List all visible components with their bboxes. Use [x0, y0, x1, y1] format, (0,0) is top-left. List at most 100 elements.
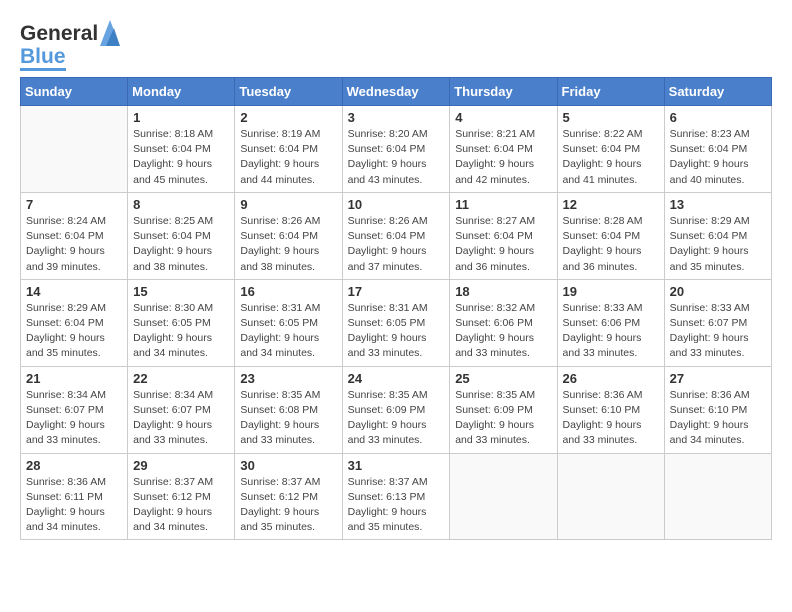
day-number: 27	[670, 371, 766, 386]
day-number: 3	[348, 110, 445, 125]
day-info: Sunrise: 8:29 AM Sunset: 6:04 PM Dayligh…	[670, 214, 766, 275]
day-info: Sunrise: 8:36 AM Sunset: 6:10 PM Dayligh…	[563, 388, 659, 449]
day-info: Sunrise: 8:23 AM Sunset: 6:04 PM Dayligh…	[670, 127, 766, 188]
calendar-cell: 7 Sunrise: 8:24 AM Sunset: 6:04 PM Daylig…	[21, 192, 128, 279]
calendar-cell: 23 Sunrise: 8:35 AM Sunset: 6:08 PM Dayli…	[235, 366, 342, 453]
calendar-cell: 10 Sunrise: 8:26 AM Sunset: 6:04 PM Dayli…	[342, 192, 450, 279]
day-number: 25	[455, 371, 551, 386]
day-number: 4	[455, 110, 551, 125]
day-number: 31	[348, 458, 445, 473]
day-number: 12	[563, 197, 659, 212]
day-number: 15	[133, 284, 229, 299]
calendar-week-row: 21Sunrise: 8:34 AM Sunset: 6:07 PM Dayli…	[21, 366, 772, 453]
calendar-cell: 11 Sunrise: 8:27 AM Sunset: 6:04 PM Dayli…	[450, 192, 557, 279]
page-header: General Blue	[20, 20, 772, 71]
day-number: 9	[240, 197, 336, 212]
calendar-cell: 3 Sunrise: 8:20 AM Sunset: 6:04 PM Daylig…	[342, 106, 450, 193]
calendar-cell: 12 Sunrise: 8:28 AM Sunset: 6:04 PM Dayli…	[557, 192, 664, 279]
day-info: Sunrise: 8:19 AM Sunset: 6:04 PM Dayligh…	[240, 127, 336, 188]
day-info: Sunrise: 8:31 AM Sunset: 6:05 PM Dayligh…	[240, 301, 336, 362]
day-number: 22	[133, 371, 229, 386]
calendar-cell: 13 Sunrise: 8:29 AM Sunset: 6:04 PM Dayli…	[664, 192, 771, 279]
day-number: 10	[348, 197, 445, 212]
calendar-cell: 24Sunrise: 8:35 AM Sunset: 6:09 PM Dayli…	[342, 366, 450, 453]
calendar-week-row: 28 Sunrise: 8:36 AM Sunset: 6:11 PM Dayli…	[21, 453, 772, 540]
calendar-cell: 18 Sunrise: 8:32 AM Sunset: 6:06 PM Dayli…	[450, 279, 557, 366]
calendar-cell: 1Sunrise: 8:18 AM Sunset: 6:04 PM Daylig…	[128, 106, 235, 193]
day-number: 26	[563, 371, 659, 386]
day-number: 11	[455, 197, 551, 212]
day-info: Sunrise: 8:25 AM Sunset: 6:04 PM Dayligh…	[133, 214, 229, 275]
day-info: Sunrise: 8:37 AM Sunset: 6:12 PM Dayligh…	[133, 475, 229, 536]
calendar-table: SundayMondayTuesdayWednesdayThursdayFrid…	[20, 77, 772, 540]
calendar-day-header: Thursday	[450, 78, 557, 106]
calendar-cell: 25 Sunrise: 8:35 AM Sunset: 6:09 PM Dayli…	[450, 366, 557, 453]
calendar-cell: 31 Sunrise: 8:37 AM Sunset: 6:13 PM Dayli…	[342, 453, 450, 540]
day-number: 1	[133, 110, 229, 125]
day-number: 18	[455, 284, 551, 299]
calendar-cell: 19 Sunrise: 8:33 AM Sunset: 6:06 PM Dayli…	[557, 279, 664, 366]
logo-icon	[100, 20, 120, 46]
day-info: Sunrise: 8:24 AM Sunset: 6:04 PM Dayligh…	[26, 214, 122, 275]
calendar-cell: 26 Sunrise: 8:36 AM Sunset: 6:10 PM Dayli…	[557, 366, 664, 453]
calendar-cell	[21, 106, 128, 193]
calendar-header-row: SundayMondayTuesdayWednesdayThursdayFrid…	[21, 78, 772, 106]
day-number: 14	[26, 284, 122, 299]
calendar-week-row: 1Sunrise: 8:18 AM Sunset: 6:04 PM Daylig…	[21, 106, 772, 193]
calendar-day-header: Sunday	[21, 78, 128, 106]
day-info: Sunrise: 8:33 AM Sunset: 6:06 PM Dayligh…	[563, 301, 659, 362]
day-info: Sunrise: 8:28 AM Sunset: 6:04 PM Dayligh…	[563, 214, 659, 275]
calendar-day-header: Monday	[128, 78, 235, 106]
calendar-cell: 6 Sunrise: 8:23 AM Sunset: 6:04 PM Daylig…	[664, 106, 771, 193]
day-number: 23	[240, 371, 336, 386]
calendar-cell: 9 Sunrise: 8:26 AM Sunset: 6:04 PM Daylig…	[235, 192, 342, 279]
day-info: Sunrise: 8:21 AM Sunset: 6:04 PM Dayligh…	[455, 127, 551, 188]
calendar-cell: 14 Sunrise: 8:29 AM Sunset: 6:04 PM Dayli…	[21, 279, 128, 366]
day-number: 19	[563, 284, 659, 299]
calendar-cell	[557, 453, 664, 540]
day-number: 24	[348, 371, 445, 386]
calendar-cell: 16 Sunrise: 8:31 AM Sunset: 6:05 PM Dayli…	[235, 279, 342, 366]
day-info: Sunrise: 8:35 AM Sunset: 6:09 PM Dayligh…	[455, 388, 551, 449]
day-info: Sunrise: 8:30 AM Sunset: 6:05 PM Dayligh…	[133, 301, 229, 362]
day-info: Sunrise: 8:33 AM Sunset: 6:07 PM Dayligh…	[670, 301, 766, 362]
day-number: 2	[240, 110, 336, 125]
day-number: 28	[26, 458, 122, 473]
day-info: Sunrise: 8:36 AM Sunset: 6:10 PM Dayligh…	[670, 388, 766, 449]
calendar-cell	[450, 453, 557, 540]
calendar-cell: 21Sunrise: 8:34 AM Sunset: 6:07 PM Dayli…	[21, 366, 128, 453]
day-info: Sunrise: 8:22 AM Sunset: 6:04 PM Dayligh…	[563, 127, 659, 188]
day-info: Sunrise: 8:35 AM Sunset: 6:08 PM Dayligh…	[240, 388, 336, 449]
day-number: 16	[240, 284, 336, 299]
day-info: Sunrise: 8:34 AM Sunset: 6:07 PM Dayligh…	[26, 388, 122, 449]
calendar-cell: 2 Sunrise: 8:19 AM Sunset: 6:04 PM Daylig…	[235, 106, 342, 193]
day-info: Sunrise: 8:32 AM Sunset: 6:06 PM Dayligh…	[455, 301, 551, 362]
day-info: Sunrise: 8:27 AM Sunset: 6:04 PM Dayligh…	[455, 214, 551, 275]
calendar-cell: 27 Sunrise: 8:36 AM Sunset: 6:10 PM Dayli…	[664, 366, 771, 453]
calendar-cell: 28 Sunrise: 8:36 AM Sunset: 6:11 PM Dayli…	[21, 453, 128, 540]
calendar-cell: 15 Sunrise: 8:30 AM Sunset: 6:05 PM Dayli…	[128, 279, 235, 366]
day-info: Sunrise: 8:29 AM Sunset: 6:04 PM Dayligh…	[26, 301, 122, 362]
day-info: Sunrise: 8:26 AM Sunset: 6:04 PM Dayligh…	[240, 214, 336, 275]
calendar-cell: 29Sunrise: 8:37 AM Sunset: 6:12 PM Dayli…	[128, 453, 235, 540]
calendar-day-header: Friday	[557, 78, 664, 106]
day-number: 13	[670, 197, 766, 212]
calendar-week-row: 14 Sunrise: 8:29 AM Sunset: 6:04 PM Dayli…	[21, 279, 772, 366]
day-number: 20	[670, 284, 766, 299]
day-number: 7	[26, 197, 122, 212]
calendar-cell: 20 Sunrise: 8:33 AM Sunset: 6:07 PM Dayli…	[664, 279, 771, 366]
day-number: 17	[348, 284, 445, 299]
day-number: 5	[563, 110, 659, 125]
calendar-day-header: Tuesday	[235, 78, 342, 106]
day-info: Sunrise: 8:26 AM Sunset: 6:04 PM Dayligh…	[348, 214, 445, 275]
calendar-cell: 30 Sunrise: 8:37 AM Sunset: 6:12 PM Dayli…	[235, 453, 342, 540]
day-number: 8	[133, 197, 229, 212]
day-number: 6	[670, 110, 766, 125]
day-info: Sunrise: 8:20 AM Sunset: 6:04 PM Dayligh…	[348, 127, 445, 188]
day-info: Sunrise: 8:37 AM Sunset: 6:12 PM Dayligh…	[240, 475, 336, 536]
day-number: 30	[240, 458, 336, 473]
day-info: Sunrise: 8:37 AM Sunset: 6:13 PM Dayligh…	[348, 475, 445, 536]
calendar-day-header: Saturday	[664, 78, 771, 106]
day-info: Sunrise: 8:36 AM Sunset: 6:11 PM Dayligh…	[26, 475, 122, 536]
calendar-day-header: Wednesday	[342, 78, 450, 106]
